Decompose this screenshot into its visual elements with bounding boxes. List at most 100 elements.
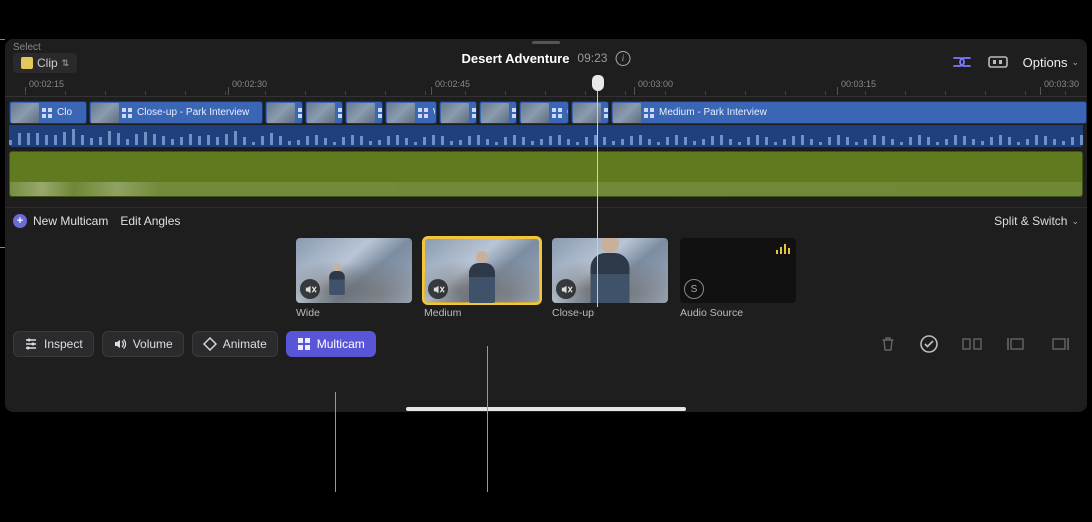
project-duration: 09:23 [577,51,607,65]
checkmark-circle-icon[interactable] [919,334,939,354]
clip-audio-waveform [9,125,1083,147]
split-switch-menu[interactable]: Split & Switch ⌄ [994,214,1079,228]
ruler-tick-label: 00:03:15 [841,79,876,89]
chevron-updown-icon: ⇅ [62,58,70,69]
animate-label: Animate [223,337,267,351]
timeline-clip[interactable]: Clo [9,101,87,124]
clip-thumbnail [11,103,39,123]
split-clip-icon[interactable] [961,335,983,353]
angle-thumbnail [296,238,412,303]
multicam-icon [337,108,343,118]
timeline-scrub-bar[interactable] [406,407,686,411]
angle-wide[interactable]: Wide [296,238,412,319]
mute-icon [300,279,320,299]
playhead[interactable] [597,77,598,307]
inspect-label: Inspect [44,337,83,351]
angle-medium[interactable]: Medium [424,238,540,319]
ruler-tick-label: 00:02:45 [435,79,470,89]
project-title: Desert Adventure [462,51,570,66]
editor-pane: Select Clip ⇅ Desert Adventure 09:23 i O… [5,39,1087,412]
angles-row: Wide Medium Close-up SAudio Source [5,234,1087,325]
clip-color-swatch [21,57,33,69]
edit-angles-button[interactable]: Edit Angles [120,214,180,228]
magnetic-timeline-icon[interactable] [951,53,973,71]
trash-icon[interactable] [879,335,897,353]
angle-audio[interactable]: SAudio Source [680,238,796,319]
clips-track[interactable]: Clo Close-up - Park Interview W Cl Medium - … [5,101,1087,125]
info-icon[interactable]: i [615,51,630,66]
playhead-knob[interactable] [592,75,604,91]
callout-line [335,392,336,492]
clip-select-dropdown[interactable]: Clip ⇅ [13,53,77,73]
clip-thumbnail [387,103,415,123]
volume-button[interactable]: Volume [102,331,184,357]
clip-thumbnail [521,103,549,123]
diamond-icon [203,337,217,351]
multicam-icon [41,108,53,118]
multicam-icon [511,108,517,118]
timeline-clip[interactable]: Medium - Park Interview [611,101,1087,124]
clip-thumbnail [267,103,295,123]
angle-thumbnail: S [680,238,796,303]
clip-thumbnail [481,103,509,123]
clip-thumbnail [307,103,335,123]
timeline-clip[interactable] [439,101,477,124]
clip-label: Clo [55,107,74,118]
multicam-toolbar: + New Multicam Edit Angles Split & Switc… [5,207,1087,234]
clip-label: Cl [565,107,569,118]
timeline-ruler[interactable]: 00:02:1500:02:3000:02:4500:03:0000:03:15… [5,77,1087,97]
audio-track[interactable] [9,151,1083,197]
trim-end-icon[interactable] [1049,335,1071,353]
callout-line [487,346,488,492]
header-bar: Select Clip ⇅ Desert Adventure 09:23 i O… [5,39,1087,77]
select-label: Select [13,42,41,53]
timeline-clip[interactable] [345,101,383,124]
angle-label: Wide [296,307,412,319]
ruler-tick-label: 00:02:15 [29,79,64,89]
clip-thumbnail [347,103,375,123]
multicam-icon [603,108,609,118]
callout-line [0,247,5,248]
multicam-label: Multicam [317,337,365,351]
options-menu[interactable]: Options ⌄ [1023,55,1079,70]
new-multicam-button[interactable]: + New Multicam [13,214,108,228]
grid-icon [297,337,311,351]
clip-thumbnail [441,103,469,123]
timeline-clip[interactable] [265,101,303,124]
angle-thumbnail [424,238,540,303]
ruler-tick-label: 00:02:30 [232,79,267,89]
multicam-icon [297,108,303,118]
solo-clip-icon[interactable] [987,53,1009,71]
ruler-tick-label: 00:03:30 [1044,79,1079,89]
timeline-clip[interactable] [305,101,343,124]
animate-button[interactable]: Animate [192,331,278,357]
sliders-icon [24,337,38,351]
inspect-button[interactable]: Inspect [13,331,94,357]
timeline-clip[interactable] [571,101,609,124]
bottom-toolbar: Inspect Volume Animate Multicam [5,325,1087,363]
timeline-clip[interactable]: Cl [519,101,569,124]
speaker-icon [113,337,127,351]
chevron-down-icon: ⌄ [1071,216,1079,227]
timeline-clip[interactable] [479,101,517,124]
timeline[interactable]: 00:02:1500:02:3000:02:4500:03:0000:03:15… [5,77,1087,197]
multicam-icon [643,108,655,118]
plus-icon: + [13,214,27,228]
clip-thumbnail [613,103,641,123]
clip-label: Close-up - Park Interview [135,107,251,118]
clip-label: Medium - Park Interview [657,107,769,118]
audio-meter-icon [776,244,791,254]
multicam-button[interactable]: Multicam [286,331,376,357]
timeline-clip[interactable]: W [385,101,437,124]
new-multicam-label: New Multicam [33,214,108,228]
options-label: Options [1023,55,1068,70]
angle-label: Close-up [552,307,668,319]
clip-label: W [431,107,435,118]
split-switch-label: Split & Switch [994,214,1067,228]
multicam-icon [417,108,429,118]
timeline-clip[interactable]: Close-up - Park Interview [89,101,263,124]
project-title-group: Desert Adventure 09:23 i [462,51,631,66]
callout-line [0,39,5,40]
angle-closeup[interactable]: Close-up [552,238,668,319]
trim-start-icon[interactable] [1005,335,1027,353]
